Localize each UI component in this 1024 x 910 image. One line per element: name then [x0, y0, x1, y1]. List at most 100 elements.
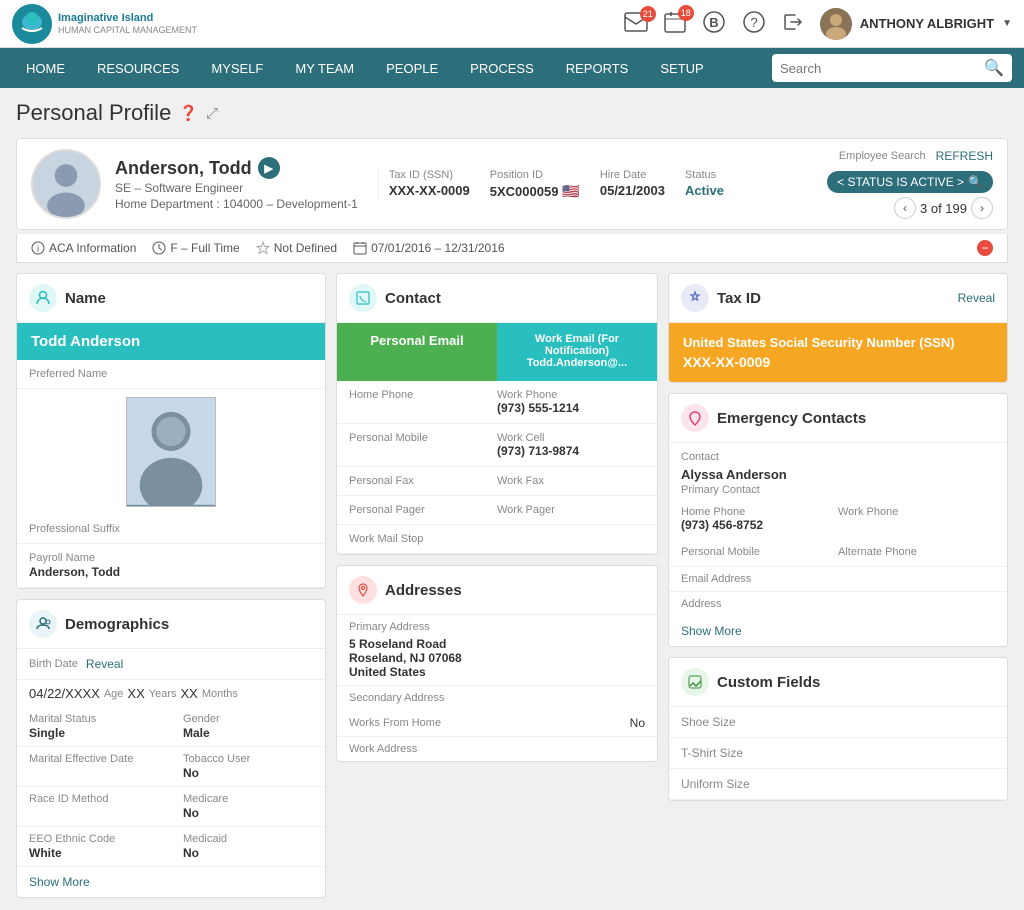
profile-subtitle2: Home Department : 104000 – Development-1 [115, 197, 358, 211]
time-type: F – Full Time [152, 241, 239, 255]
work-mail-stop-field: Work Mail Stop [349, 533, 497, 545]
main-grid: Name Todd Anderson Preferred Name [16, 273, 1008, 898]
tax-id-title: Tax ID [717, 290, 761, 307]
demographics-icon [29, 610, 57, 638]
demographics-show-more[interactable]: Show More [17, 867, 325, 897]
help-circle-icon[interactable]: ❓ [179, 104, 198, 122]
svg-text:i: i [37, 244, 39, 254]
nav-home[interactable]: HOME [12, 53, 79, 84]
collapse-icon[interactable]: − [977, 240, 993, 256]
date-range: 07/01/2016 – 12/31/2016 [353, 241, 504, 255]
nav-bar: HOME RESOURCES MYSELF MY TEAM PEOPLE PRO… [0, 48, 1024, 88]
profile-fields: Tax ID (SSN) XXX-XX-0009 Position ID 5XC… [378, 169, 813, 200]
phone-row-1: Home Phone Work Phone (973) 555-1214 [337, 381, 657, 424]
svg-text:?: ? [750, 15, 757, 30]
help-icon[interactable]: ? [742, 10, 766, 37]
personal-mobile-field: Personal Mobile [349, 432, 497, 458]
calendar-icon-wrap[interactable]: 18 [664, 11, 686, 36]
custom-field-3: Uniform Size [669, 769, 1007, 800]
logo: Imaginative Island HUMAN CAPITAL MANAGEM… [12, 4, 197, 44]
photo-block [17, 389, 325, 515]
tax-id-icon [681, 284, 709, 312]
expand-icon[interactable]: ⤢ [206, 105, 218, 122]
emergency-section: Emergency Contacts Contact Alyssa Anders… [668, 393, 1008, 647]
defined-status: Not Defined [256, 241, 337, 255]
name-section-header: Name [17, 274, 325, 323]
nav-people[interactable]: PEOPLE [372, 53, 452, 84]
medicare-cell: Medicare No [171, 787, 325, 827]
custom-field-2: T-Shirt Size [669, 738, 1007, 769]
contact-header: Contact [337, 274, 657, 323]
medicaid-cell: Medicaid No [171, 827, 325, 867]
demographics-grid: Marital Status Single Gender Male Marita… [17, 707, 325, 867]
custom-field-1: Shoe Size [669, 707, 1007, 738]
primary-address-block: Primary Address 5 Roseland Road Roseland… [337, 615, 657, 685]
emp-search-button[interactable]: < STATUS IS ACTIVE > 🔍 [827, 171, 993, 193]
svg-text:B: B [709, 15, 718, 30]
payroll-name-row: Payroll Name Anderson, Todd [17, 544, 325, 588]
mail-icon-wrap[interactable]: 21 [624, 12, 648, 35]
right-column: Tax ID Reveal United States Social Secur… [668, 273, 1008, 898]
personal-email-tab[interactable]: Personal Email [337, 323, 497, 381]
name-section-icon [29, 284, 57, 312]
emerg-personal-mobile: Personal Mobile [681, 546, 838, 558]
pager-row: Personal Pager Work Pager [337, 496, 657, 525]
emergency-mobile-row: Personal Mobile Alternate Phone [669, 542, 1007, 562]
emergency-icon [681, 404, 709, 432]
search-input[interactable] [780, 61, 984, 76]
flag-icon: 🇺🇸 [562, 183, 579, 200]
next-arrow[interactable]: › [971, 197, 993, 219]
profile-name: Anderson, Todd ▶ [115, 157, 358, 179]
logout-icon[interactable] [782, 11, 804, 36]
position-id-field: Position ID 5XC000059 🇺🇸 [490, 169, 580, 200]
tax-id-reveal-link[interactable]: Reveal [958, 291, 995, 305]
emerg-home-phone: Home Phone (973) 456-8752 [681, 506, 838, 532]
birth-row: 04/22/XXXX Age XX Years XX Months [17, 680, 325, 707]
nav-my-team[interactable]: MY TEAM [281, 53, 368, 84]
marital-status-cell: Marital Status Single [17, 707, 171, 747]
nav-myself[interactable]: MYSELF [197, 53, 277, 84]
work-address-block: Work Address [337, 737, 657, 761]
chat-b-icon[interactable]: B [702, 10, 726, 37]
nav-setup[interactable]: SETUP [646, 53, 717, 84]
profile-photo-box [126, 397, 216, 507]
demographics-title: Demographics [65, 616, 169, 633]
work-email-tab[interactable]: Work Email (For Notification) Todd.Ander… [497, 323, 657, 381]
emergency-contact-label: Contact [669, 443, 1007, 465]
page-title: Personal Profile [16, 100, 171, 126]
custom-fields-header: Custom Fields [669, 658, 1007, 707]
nav-process[interactable]: PROCESS [456, 53, 548, 84]
emerg-alt-phone: Alternate Phone [838, 546, 995, 558]
emp-search-block: Employee Search REFRESH < STATUS IS ACTI… [827, 149, 993, 219]
status-field: Status Active [685, 169, 724, 198]
nav-reports[interactable]: REPORTS [552, 53, 643, 84]
refresh-link[interactable]: REFRESH [936, 149, 993, 163]
user-info[interactable]: ANTHONY ALBRIGHT ▼ [820, 8, 1012, 40]
professional-suffix-row: Professional Suffix [17, 515, 325, 544]
top-bar: Imaginative Island HUMAN CAPITAL MANAGEM… [0, 0, 1024, 48]
profile-header: Anderson, Todd ▶ SE – Software Engineer … [16, 138, 1008, 230]
fax-row: Personal Fax Work Fax [337, 467, 657, 496]
user-avatar [820, 8, 852, 40]
addresses-icon [349, 576, 377, 604]
user-name: ANTHONY ALBRIGHT [860, 16, 994, 31]
user-dropdown-icon[interactable]: ▼ [1002, 18, 1012, 29]
name-section: Name Todd Anderson Preferred Name [16, 273, 326, 589]
birth-reveal-link[interactable]: Reveal [86, 657, 123, 671]
addresses-section: Addresses Primary Address 5 Roseland Roa… [336, 565, 658, 762]
search-bar[interactable]: 🔍 [772, 54, 1012, 82]
emerg-email-row: Email Address [669, 566, 1007, 591]
search-icon[interactable]: 🔍 [984, 58, 1004, 78]
contact-tabs: Personal Email Work Email (For Notificat… [337, 323, 657, 381]
work-phone-field: Work Phone (973) 555-1214 [497, 389, 645, 415]
prev-arrow[interactable]: ‹ [894, 197, 916, 219]
emergency-show-more[interactable]: Show More [669, 616, 1007, 646]
name-highlight: Todd Anderson [17, 323, 325, 360]
nav-resources[interactable]: RESOURCES [83, 53, 193, 84]
aca-info[interactable]: i ACA Information [31, 241, 136, 255]
hire-date-field: Hire Date 05/21/2003 [600, 169, 665, 198]
profile-nav-arrow[interactable]: ▶ [258, 157, 280, 179]
tax-id-section: Tax ID Reveal United States Social Secur… [668, 273, 1008, 383]
contact-title: Contact [385, 290, 441, 307]
nav-arrows: ‹ 3 of 199 › [827, 197, 993, 219]
